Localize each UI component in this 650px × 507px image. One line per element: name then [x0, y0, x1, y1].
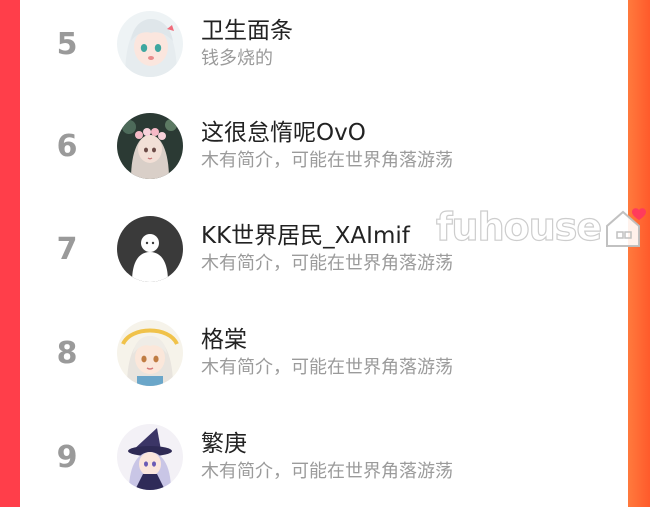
app-frame: 5 卫生面条 钱多烧的 6 这很怠惰呢OvO 木有简介，可能在世界角落游荡 7 … — [0, 0, 650, 507]
user-bio: 木有简介，可能在世界角落游荡 — [201, 253, 453, 274]
anime-witch-hat-avatar-icon — [117, 424, 183, 490]
user-name[interactable]: 繁庚 — [201, 429, 453, 459]
user-info: 卫生面条 钱多烧的 — [201, 16, 293, 72]
user-info: 格棠 木有简介，可能在世界角落游荡 — [201, 325, 453, 381]
anime-girl-white-hair-avatar-icon — [117, 11, 183, 77]
list-item[interactable]: 6 这很怠惰呢OvO 木有简介，可能在世界角落游荡 — [20, 94, 628, 198]
list-item[interactable]: 9 繁庚 木有简介，可能在世界角落游荡 — [20, 405, 628, 507]
user-info: 这很怠惰呢OvO 木有简介，可能在世界角落游荡 — [201, 118, 453, 174]
user-bio: 钱多烧的 — [201, 48, 273, 69]
user-info: 繁庚 木有简介，可能在世界角落游荡 — [201, 429, 453, 485]
user-name[interactable]: KK世界居民_XAImif — [201, 221, 453, 251]
user-bio: 木有简介，可能在世界角落游荡 — [201, 150, 453, 171]
rank-number: 7 — [56, 231, 78, 267]
list-item[interactable]: 8 格棠 木有简介，可能在世界角落游荡 — [20, 301, 628, 405]
rank-number: 9 — [56, 439, 78, 475]
list-item[interactable]: 7 KK世界居民_XAImif 木有简介，可能在世界角落游荡 — [20, 197, 628, 301]
ranking-list: 5 卫生面条 钱多烧的 6 这很怠惰呢OvO 木有简介，可能在世界角落游荡 7 … — [20, 0, 628, 507]
user-name[interactable]: 卫生面条 — [201, 16, 293, 46]
user-info: KK世界居民_XAImif 木有简介，可能在世界角落游荡 — [201, 221, 453, 277]
avatar[interactable] — [117, 113, 183, 179]
avatar[interactable] — [117, 216, 183, 282]
anime-girl-gold-halo-avatar-icon — [117, 320, 183, 386]
rank-number: 6 — [56, 128, 78, 164]
avatar[interactable] — [117, 320, 183, 386]
rank-number: 5 — [56, 26, 78, 62]
user-name[interactable]: 这很怠惰呢OvO — [201, 118, 453, 148]
avatar[interactable] — [117, 11, 183, 77]
user-bio: 木有简介，可能在世界角落游荡 — [201, 357, 453, 378]
avatar[interactable] — [117, 424, 183, 490]
default-user-avatar-icon — [117, 216, 183, 282]
list-item[interactable]: 5 卫生面条 钱多烧的 — [20, 0, 628, 96]
rank-number: 8 — [56, 335, 78, 371]
doll-flower-crown-avatar-icon — [117, 113, 183, 179]
user-bio: 木有简介，可能在世界角落游荡 — [201, 461, 453, 482]
user-name[interactable]: 格棠 — [201, 325, 453, 355]
